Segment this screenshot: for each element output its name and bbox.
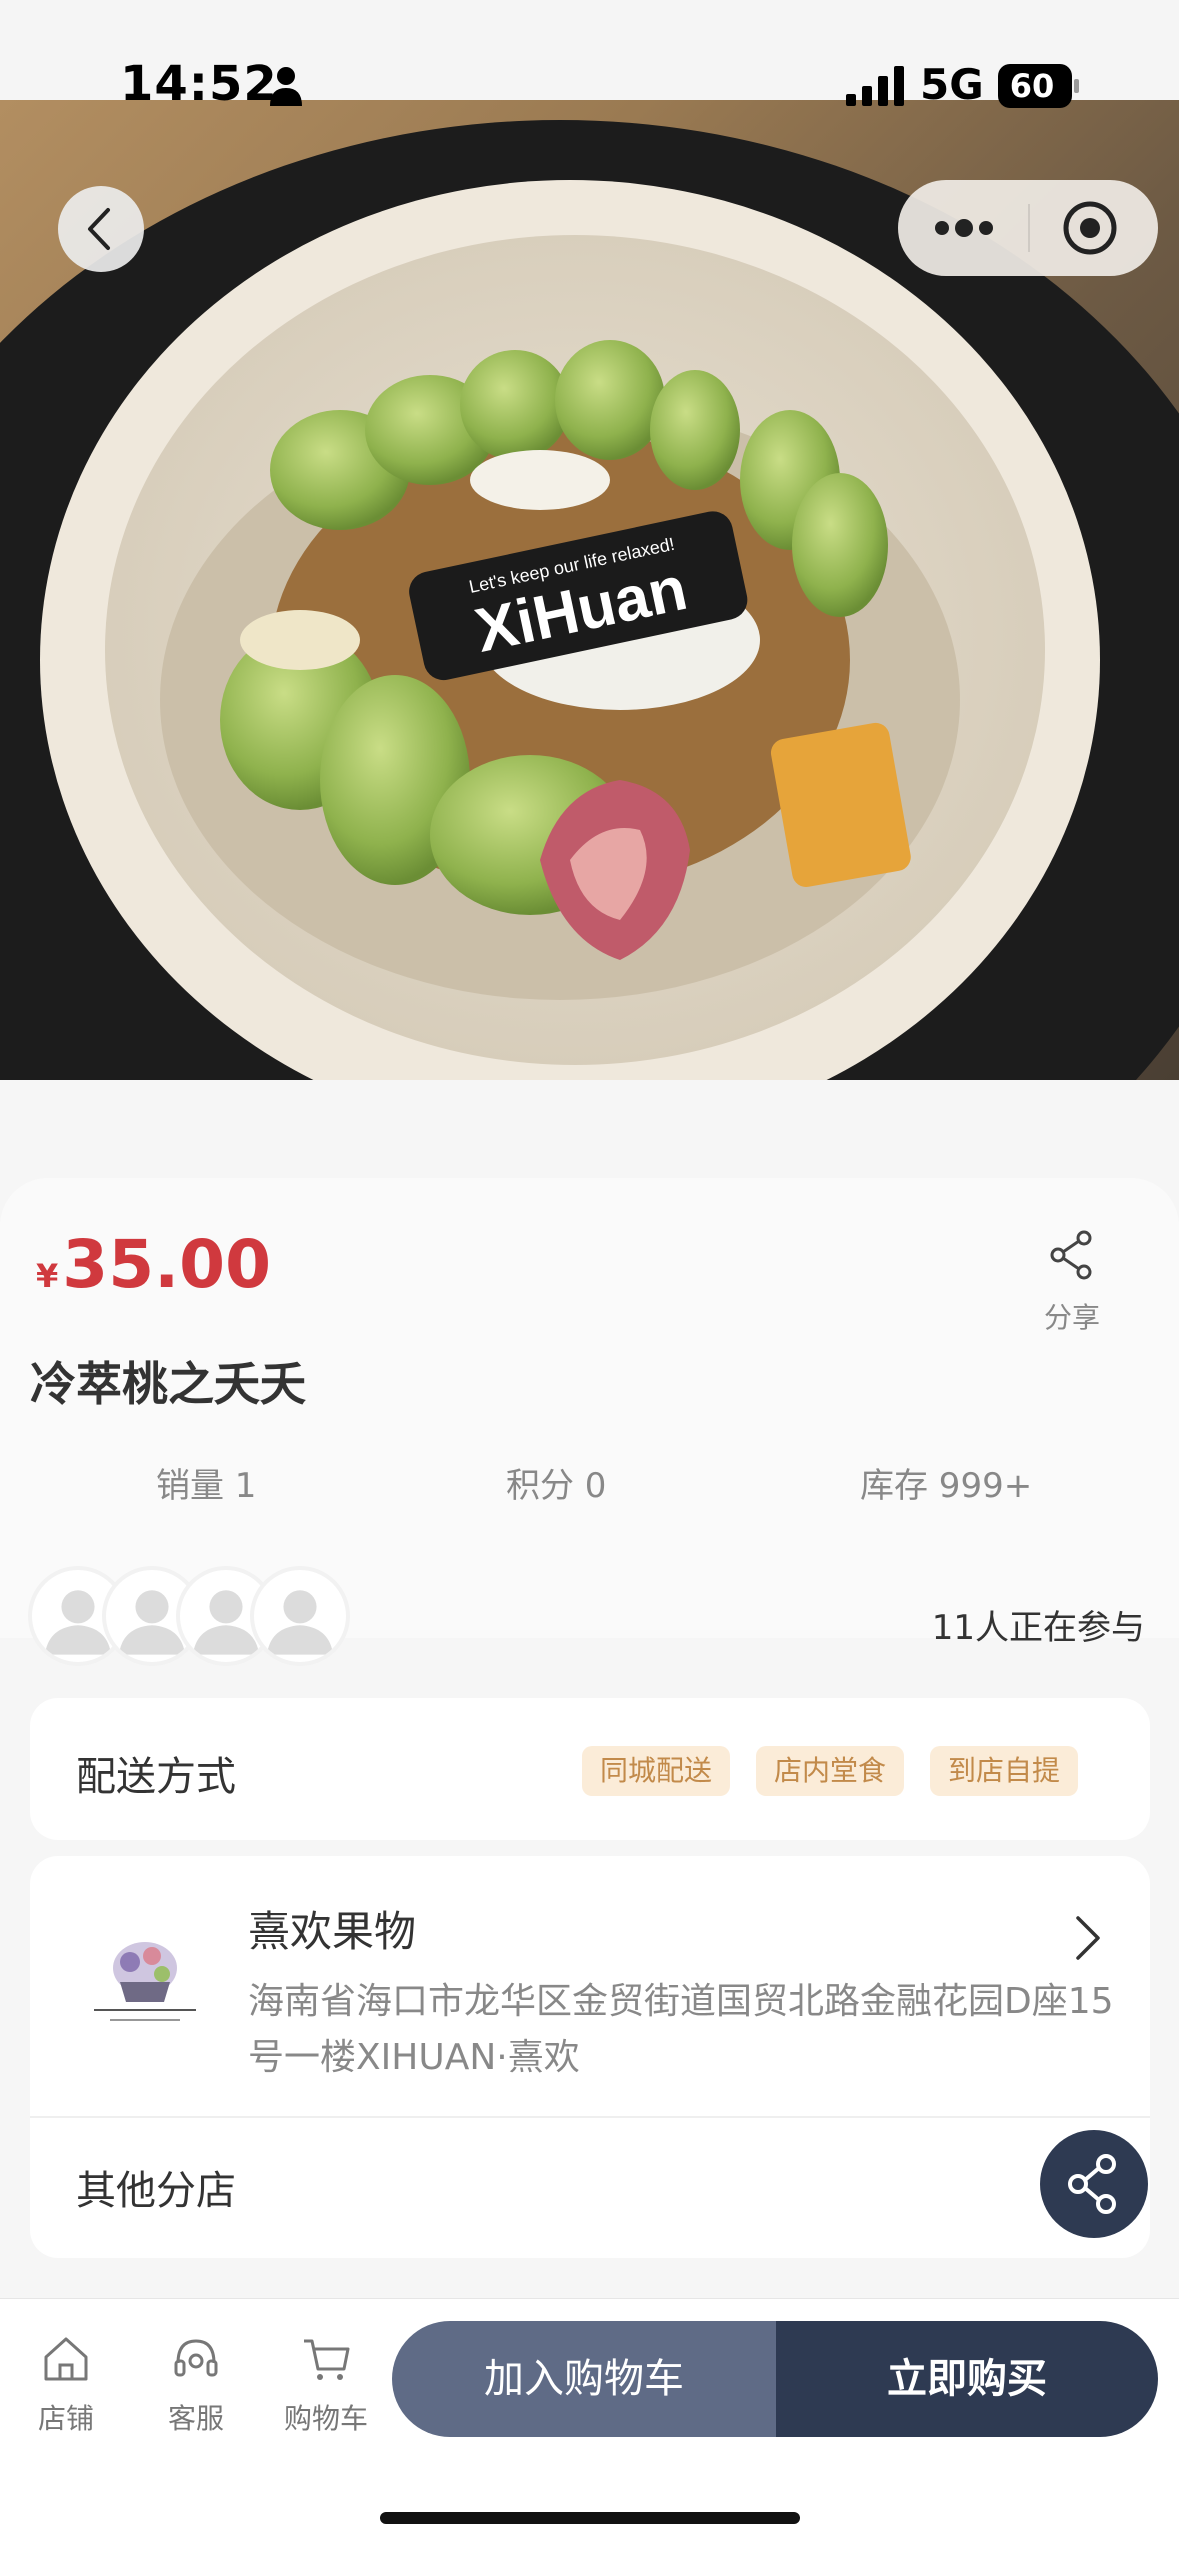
home-indicator [380, 2512, 800, 2524]
share-label: 分享 [1043, 1301, 1100, 1334]
nav-store[interactable]: 店铺 [6, 2331, 126, 2437]
avatar [250, 1566, 350, 1666]
nav-store-label: 店铺 [37, 2402, 94, 2435]
chevron-right-icon[interactable] [1070, 1912, 1106, 1964]
nav-cart[interactable]: 购物车 [266, 2331, 386, 2437]
more-button[interactable] [898, 180, 1028, 276]
share-icon [1050, 1230, 1092, 1280]
share-icon [1068, 2154, 1116, 2214]
battery-level: 60 [1009, 67, 1055, 105]
more-dots-icon [935, 219, 993, 237]
store-logo [94, 1942, 196, 2021]
network-label: 5G [920, 60, 984, 109]
home-icon [44, 2337, 88, 2381]
other-branches-link[interactable]: 其他分店 [76, 2158, 236, 2216]
close-mini-program-button[interactable] [1030, 180, 1158, 276]
nav-service-label: 客服 [167, 2402, 224, 2435]
signal-icon [846, 66, 904, 106]
buy-now-button[interactable]: 立即购买 [776, 2321, 1158, 2437]
participant-avatars [28, 1566, 368, 1666]
product-title: 冷萃桃之夭夭 [30, 1357, 306, 1411]
delivery-tag-pickup: 到店自提 [930, 1746, 1079, 1796]
back-button[interactable] [58, 186, 144, 272]
price-value: 35.00 [62, 1226, 272, 1303]
delivery-tag-dine-in: 店内堂食 [756, 1746, 905, 1796]
stat-stock: 库存 999+ [860, 1466, 1033, 1506]
participants-count: 11人正在参与 [931, 1608, 1145, 1648]
target-circle-icon [1063, 201, 1117, 255]
delivery-label: 配送方式 [76, 1754, 236, 1800]
chevron-left-icon [88, 208, 110, 250]
status-time: 14:52 [120, 56, 278, 112]
mini-program-capsule [898, 180, 1158, 276]
share-button[interactable]: 分享 [1030, 1228, 1114, 1336]
cart-icon [304, 2339, 350, 2380]
stat-sales: 销量 1 [156, 1466, 257, 1506]
nav-cart-label: 购物车 [283, 2402, 368, 2435]
person-icon [270, 67, 302, 106]
divider [30, 2116, 1150, 2118]
nav-service[interactable]: 客服 [136, 2331, 256, 2437]
price-currency: ¥ [36, 1257, 59, 1295]
add-to-cart-button[interactable]: 加入购物车 [392, 2321, 776, 2437]
store-name[interactable]: 熹欢果物 [248, 1898, 416, 1959]
delivery-card[interactable]: 配送方式 同城配送 店内堂食 到店自提 [30, 1698, 1150, 1840]
product-stats: 销量 1 积分 0 库存 999+ [0, 1458, 1179, 1518]
price: ¥35.00 [36, 1226, 271, 1303]
store-card: 熹欢果物 海南省海口市龙华区金贸街道国贸北路金融花园D座15号一楼XIHUAN·… [30, 1856, 1150, 2258]
status-bar: 14:52 5G 60 [0, 0, 1179, 112]
stat-points: 积分 0 [506, 1466, 607, 1506]
battery-icon: 60 [998, 64, 1079, 108]
delivery-tag-city: 同城配送 [582, 1746, 731, 1796]
headset-icon [174, 2339, 218, 2377]
floating-share-button[interactable] [1040, 2130, 1148, 2238]
store-address: 海南省海口市龙华区金贸街道国贸北路金融花园D座15号一楼XIHUAN·熹欢 [248, 1981, 1114, 2078]
